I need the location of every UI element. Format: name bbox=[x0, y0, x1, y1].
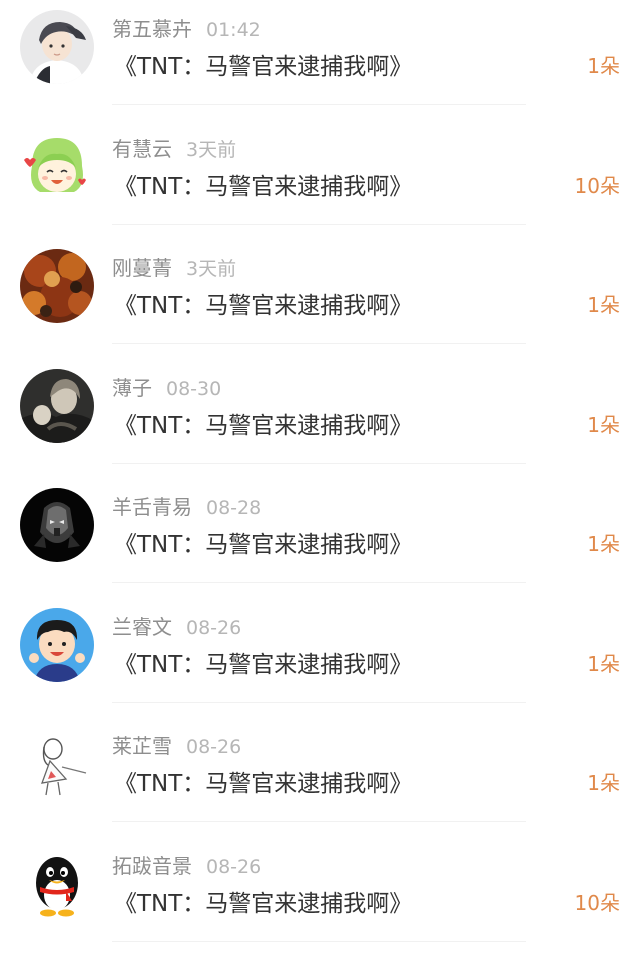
flower-count: 1朵 bbox=[587, 648, 620, 677]
green-hair-girl-avatar-icon[interactable] bbox=[20, 130, 94, 204]
flower-gift-list: 第五慕卉 01:42 《TNT：马警官来逮捕我啊》 1朵 有慧云 3天前 bbox=[0, 0, 640, 956]
username[interactable]: 刚蔓菁 bbox=[112, 256, 172, 280]
timestamp: 08-26 bbox=[186, 736, 241, 758]
entry-meta: 莱芷雪 08-26 bbox=[112, 730, 241, 758]
entry-meta: 羊舌青易 08-28 bbox=[112, 491, 261, 519]
boy-cap-avatar-icon[interactable] bbox=[20, 10, 94, 84]
divider bbox=[112, 104, 526, 105]
username[interactable]: 薄子 bbox=[112, 376, 152, 400]
timestamp: 3天前 bbox=[186, 139, 236, 161]
entry-meta: 拓跋音景 08-26 bbox=[112, 850, 261, 878]
entry-meta: 第五慕卉 01:42 bbox=[112, 13, 261, 41]
username[interactable]: 羊舌青易 bbox=[112, 495, 192, 519]
divider bbox=[112, 702, 526, 703]
book-title[interactable]: 《TNT：马警官来逮捕我啊》 bbox=[114, 286, 412, 320]
username[interactable]: 有慧云 bbox=[112, 137, 172, 161]
entry-meta: 薄子 08-30 bbox=[112, 372, 221, 400]
divider bbox=[112, 821, 526, 822]
list-item[interactable]: 有慧云 3天前 《TNT：马警官来逮捕我啊》 10朵 bbox=[0, 120, 640, 240]
timestamp: 08-26 bbox=[186, 617, 241, 639]
dark-portrait-avatar-icon[interactable] bbox=[20, 369, 94, 443]
username[interactable]: 兰睿文 bbox=[112, 615, 172, 639]
timestamp: 01:42 bbox=[206, 19, 261, 41]
username[interactable]: 拓跋音景 bbox=[112, 854, 192, 878]
book-title[interactable]: 《TNT：马警官来逮捕我啊》 bbox=[114, 406, 412, 440]
list-item[interactable]: 莱芷雪 08-26 《TNT：马警官来逮捕我啊》 1朵 bbox=[0, 717, 640, 837]
flower-count: 10朵 bbox=[575, 170, 620, 199]
flower-count: 1朵 bbox=[587, 409, 620, 438]
flower-count: 1朵 bbox=[587, 528, 620, 557]
timestamp: 08-30 bbox=[166, 378, 221, 400]
flower-count: 1朵 bbox=[587, 767, 620, 796]
book-title[interactable]: 《TNT：马警官来逮捕我啊》 bbox=[114, 884, 412, 918]
book-title[interactable]: 《TNT：马警官来逮捕我啊》 bbox=[114, 525, 412, 559]
book-title[interactable]: 《TNT：马警官来逮捕我啊》 bbox=[114, 764, 412, 798]
list-item[interactable]: 兰睿文 08-26 《TNT：马警官来逮捕我啊》 1朵 bbox=[0, 598, 640, 718]
timestamp: 3天前 bbox=[186, 258, 236, 280]
autumn-leaves-avatar-icon[interactable] bbox=[20, 249, 94, 323]
username[interactable]: 莱芷雪 bbox=[112, 734, 172, 758]
entry-meta: 有慧云 3天前 bbox=[112, 133, 236, 161]
list-item[interactable]: 羊舌青易 08-28 《TNT：马警官来逮捕我啊》 1朵 bbox=[0, 478, 640, 598]
list-item[interactable]: 第五慕卉 01:42 《TNT：马警官来逮捕我啊》 1朵 bbox=[0, 0, 640, 120]
divider bbox=[112, 463, 526, 464]
list-item[interactable]: 刚蔓菁 3天前 《TNT：马警官来逮捕我啊》 1朵 bbox=[0, 239, 640, 359]
flower-count: 1朵 bbox=[587, 289, 620, 318]
cartoon-boy-avatar-icon[interactable] bbox=[20, 608, 94, 682]
robot-mask-avatar-icon[interactable] bbox=[20, 488, 94, 562]
divider bbox=[112, 582, 526, 583]
divider bbox=[112, 224, 526, 225]
book-title[interactable]: 《TNT：马警官来逮捕我啊》 bbox=[114, 167, 412, 201]
timestamp: 08-26 bbox=[206, 856, 261, 878]
flower-count: 10朵 bbox=[575, 887, 620, 916]
book-title[interactable]: 《TNT：马警官来逮捕我啊》 bbox=[114, 645, 412, 679]
book-title[interactable]: 《TNT：马警官来逮捕我啊》 bbox=[114, 47, 412, 81]
qq-penguin-avatar-icon[interactable] bbox=[20, 847, 94, 921]
divider bbox=[112, 343, 526, 344]
list-item[interactable]: 薄子 08-30 《TNT：马警官来逮捕我啊》 1朵 bbox=[0, 359, 640, 479]
entry-meta: 刚蔓菁 3天前 bbox=[112, 252, 236, 280]
timestamp: 08-28 bbox=[206, 497, 261, 519]
username[interactable]: 第五慕卉 bbox=[112, 17, 192, 41]
sketch-girl-avatar-icon[interactable] bbox=[20, 727, 94, 801]
list-item[interactable]: 拓跋音景 08-26 《TNT：马警官来逮捕我啊》 10朵 bbox=[0, 837, 640, 956]
flower-count: 1朵 bbox=[587, 50, 620, 79]
entry-meta: 兰睿文 08-26 bbox=[112, 611, 241, 639]
